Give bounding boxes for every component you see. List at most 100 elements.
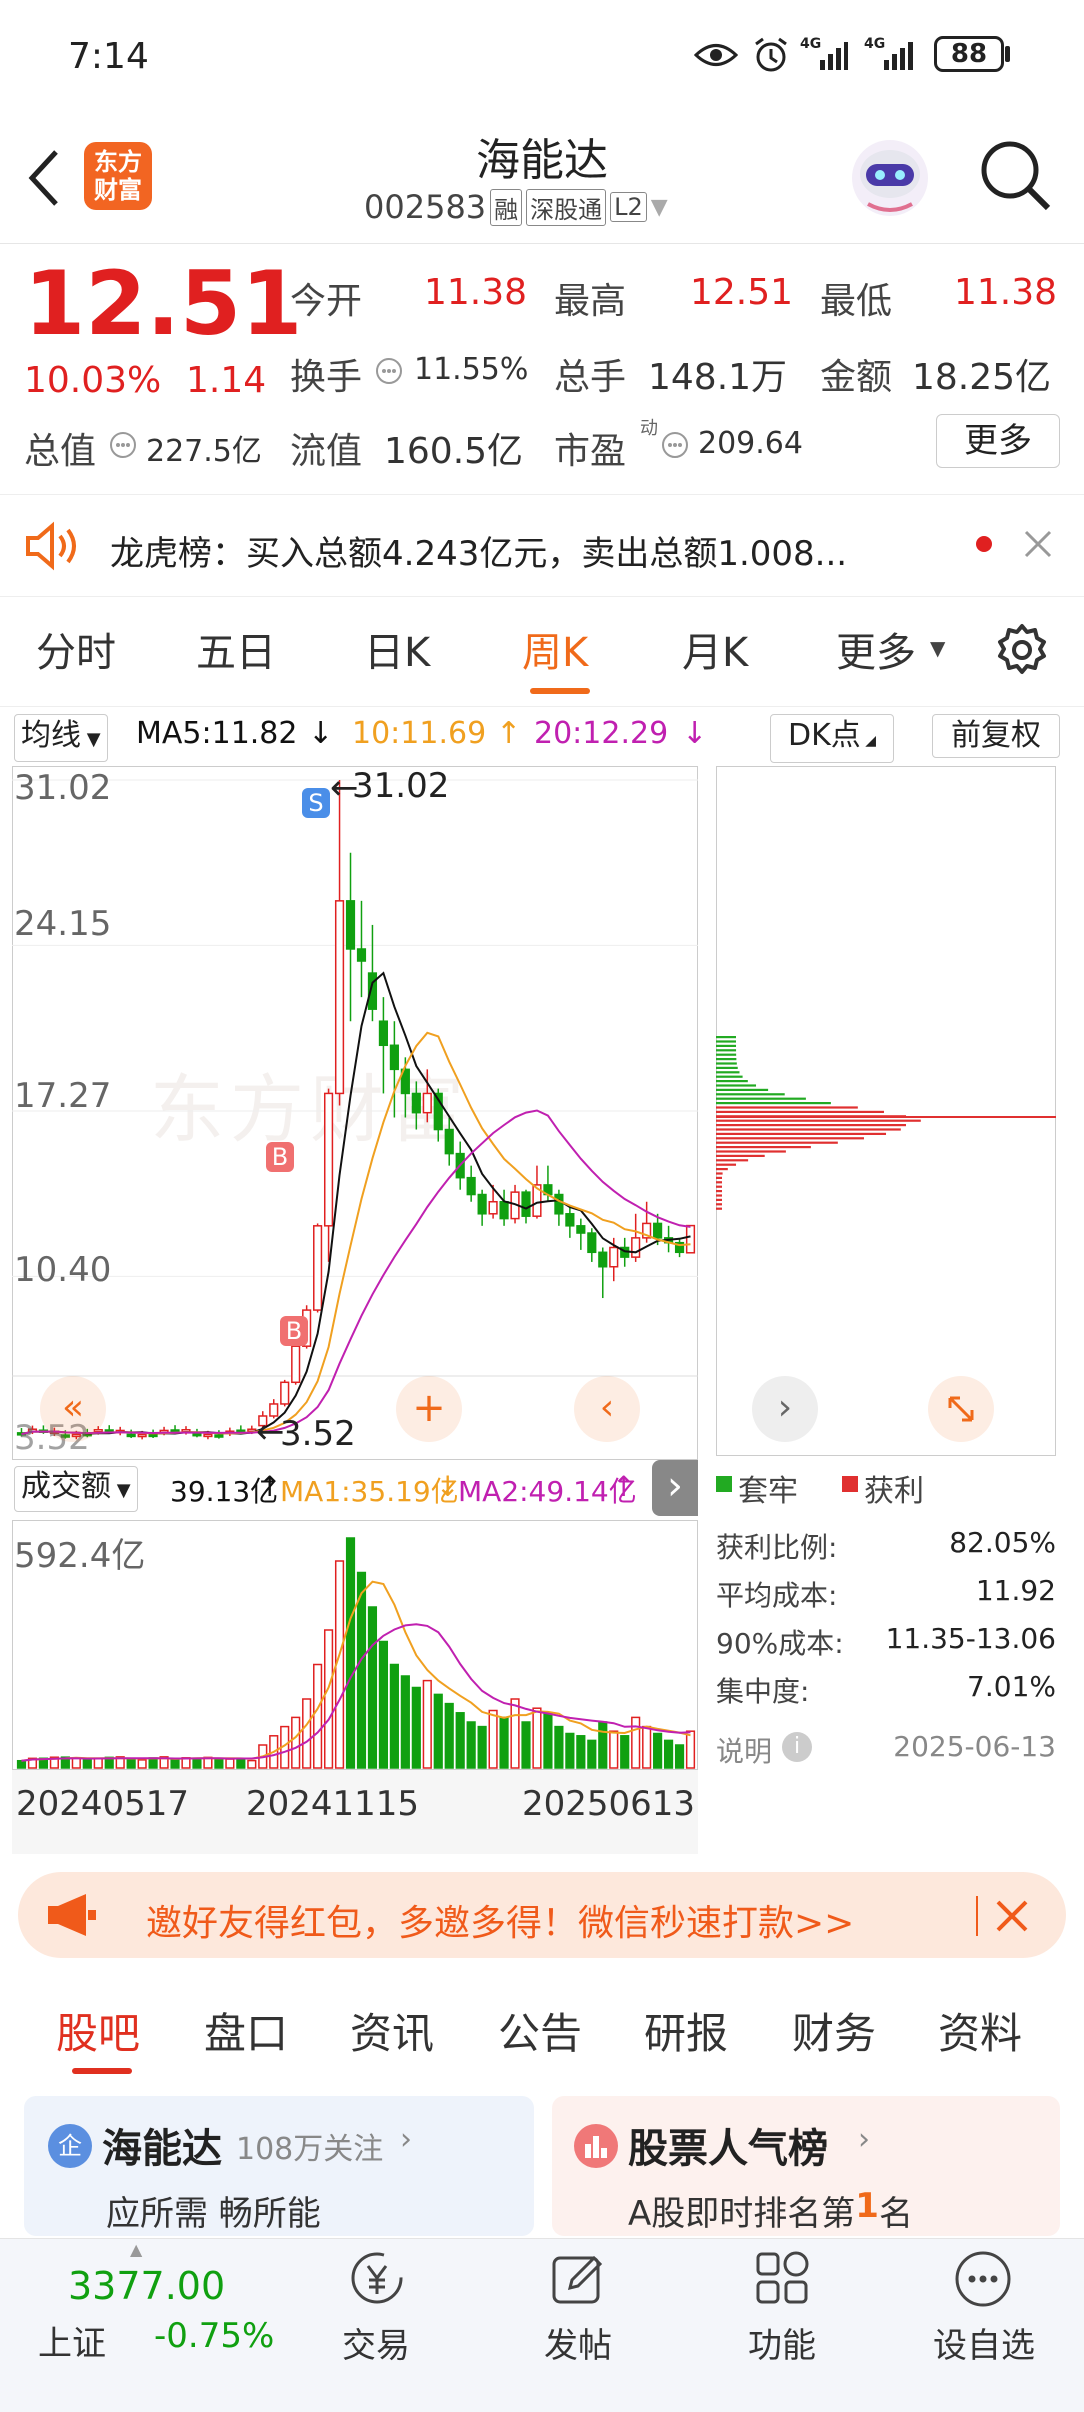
tab-more[interactable]: 更多	[836, 620, 916, 678]
chip-bar	[716, 1199, 722, 1201]
profit-legend-swatch	[842, 1476, 858, 1492]
index-name[interactable]: 上证	[38, 2316, 106, 2365]
index-change[interactable]: -0.75%	[154, 2316, 274, 2356]
chip-bar	[716, 1142, 838, 1144]
volume-indicator-label: 成交额	[21, 1469, 111, 1504]
nav-functions[interactable]: 功能	[712, 2318, 852, 2367]
expand-icon[interactable]	[928, 1376, 994, 1442]
indicator-selector[interactable]: 均线 ▼	[14, 714, 108, 762]
buy-marker-1[interactable]: B	[266, 1142, 294, 1172]
low-value: 11.38	[954, 272, 1057, 313]
info-icon[interactable]	[374, 356, 404, 386]
speaker-icon	[24, 520, 82, 572]
chip-stat-value: 82.05%	[716, 1526, 1056, 1559]
candle-body	[610, 1247, 618, 1266]
chip-next-button[interactable]: ›	[752, 1376, 818, 1442]
tab-news[interactable]: 资讯	[350, 2000, 434, 2061]
chip-bar	[716, 1128, 901, 1130]
robot-assistant-icon[interactable]	[848, 136, 932, 220]
volume-bar	[500, 1717, 508, 1768]
adjust-button[interactable]: 前复权	[932, 714, 1060, 758]
tab-research[interactable]: 研报	[644, 2000, 728, 2061]
chip-bar	[716, 1076, 743, 1078]
volume-bar	[621, 1736, 629, 1768]
dk-point-button[interactable]: DK点 ◢	[770, 714, 894, 763]
search-icon[interactable]	[978, 138, 1054, 214]
notice-text[interactable]: 龙虎榜：买入总额4.243亿元，卖出总额1.008...	[110, 526, 847, 575]
kline-chart[interactable]	[12, 766, 698, 1460]
popularity-card-title: 股票人气榜	[628, 2116, 828, 2174]
candle-body	[138, 1435, 146, 1437]
candle-body	[478, 1195, 486, 1214]
volume-bar	[434, 1694, 442, 1768]
volume-bar	[347, 1538, 355, 1768]
trade-yen-icon[interactable]	[344, 2248, 410, 2308]
chip-bar	[716, 1106, 858, 1108]
chip-bar	[716, 1150, 786, 1152]
volume-indicator-selector[interactable]: 成交额 ▼	[14, 1466, 138, 1512]
tab-daily-k[interactable]: 日K	[364, 620, 430, 678]
open-value: 11.38	[424, 272, 527, 313]
volume-value: 148.1万	[648, 348, 787, 400]
chip-bar	[716, 1155, 765, 1157]
volume-bar	[555, 1727, 563, 1768]
chip-bar	[716, 1168, 728, 1170]
scroll-left-button[interactable]: ‹	[574, 1376, 640, 1442]
volume-bar	[72, 1758, 80, 1768]
indicator-selector-label: 均线	[21, 718, 81, 753]
tab-weekly-k[interactable]: 周K	[522, 620, 588, 678]
more-dots-icon[interactable]	[952, 2248, 1014, 2310]
nav-add-watchlist[interactable]: 设自选	[914, 2318, 1054, 2367]
close-icon[interactable]	[994, 1898, 1030, 1934]
index-value[interactable]: 3377.00	[68, 2264, 225, 2308]
dropdown-caret-icon[interactable]: ▼	[651, 195, 668, 220]
volume-label: 总手	[554, 348, 626, 400]
amount-value: 18.25亿	[912, 348, 1051, 400]
volume-bar	[83, 1760, 91, 1768]
functions-grid-icon[interactable]	[752, 2248, 812, 2308]
volume-bar	[292, 1717, 300, 1768]
volume-bar	[94, 1758, 102, 1768]
caret-down-icon[interactable]: ▼	[930, 636, 945, 660]
divider	[0, 494, 1084, 495]
chip-bar	[716, 1098, 806, 1100]
scroll-left-fast-button[interactable]: «	[40, 1376, 106, 1442]
promo-text[interactable]: 邀好友得红包，多邀多得！微信秒速打款>>	[146, 1894, 854, 1946]
status-time: 7:14	[68, 36, 149, 77]
volume-ma-line	[22, 1582, 691, 1761]
tab-five-day[interactable]: 五日	[196, 620, 276, 678]
chip-distribution-chart	[716, 766, 1056, 1456]
expand-panel-button[interactable]: ›	[652, 1460, 698, 1516]
tab-intraday[interactable]: 分时	[36, 620, 116, 678]
nav-post[interactable]: 发帖	[508, 2318, 648, 2367]
tab-order-book[interactable]: 盘口	[204, 2000, 288, 2061]
tab-forum[interactable]: 股吧	[56, 2000, 140, 2061]
tab-profile[interactable]: 资料	[938, 2000, 1022, 2061]
nav-trade[interactable]: 交易	[306, 2318, 446, 2367]
buy-marker-2[interactable]: B	[280, 1316, 308, 1346]
gear-icon[interactable]	[994, 622, 1050, 678]
eye-icon	[694, 40, 738, 70]
tab-monthly-k[interactable]: 月K	[682, 620, 748, 678]
info-icon[interactable]	[660, 430, 690, 460]
ma5-down-arrow-icon: ↓	[308, 716, 333, 751]
unread-dot	[976, 536, 992, 552]
volume-bar	[445, 1704, 453, 1768]
chip-bar	[716, 1071, 739, 1073]
candle-body	[149, 1434, 157, 1436]
candle-body	[423, 1093, 431, 1112]
volume-bar	[237, 1759, 245, 1768]
tab-financials[interactable]: 财务	[792, 2000, 876, 2061]
more-button[interactable]: 更多	[936, 414, 1060, 468]
amount-label: 金额	[820, 348, 892, 400]
zoom-in-button[interactable]: +	[396, 1376, 462, 1442]
info-icon[interactable]	[108, 430, 138, 460]
volume-bar	[632, 1717, 640, 1768]
volume-bar	[643, 1727, 651, 1768]
post-edit-icon[interactable]	[548, 2248, 608, 2308]
tab-announcements[interactable]: 公告	[498, 2000, 582, 2061]
close-icon[interactable]	[1022, 528, 1054, 560]
caret-up-icon[interactable]: ▲	[130, 2240, 142, 2259]
sell-marker[interactable]: S	[302, 788, 330, 818]
stock-code-line: 002583 融 深股通 L2 ▼	[364, 188, 668, 226]
